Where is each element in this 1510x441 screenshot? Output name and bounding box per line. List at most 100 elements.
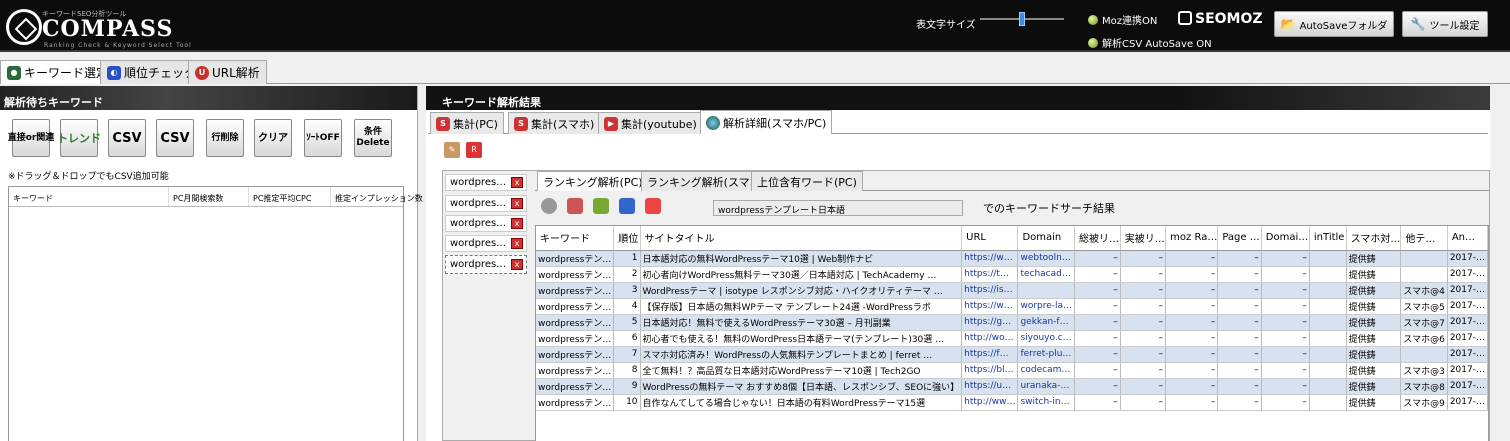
youtube-icon: ▶ — [604, 116, 618, 131]
table-row[interactable]: wordpressテン… 2 初心者向けWordPress無料テーマ30選／日本語対… — [536, 266, 1488, 283]
table-cell: 5 — [613, 314, 641, 331]
tab-summary-youtube[interactable]: ▶ 集計(youtube) — [598, 112, 703, 134]
table-cell — [1309, 250, 1347, 267]
table-row[interactable]: wordpressテン… 7 スマホ対応済み！WordPressの人気無料テンプレー… — [536, 346, 1488, 363]
table-row[interactable]: wordpressテン… 1 日本語対応の無料WordPressテーマ10選 | W… — [536, 250, 1488, 267]
erase-icon[interactable]: ✎ — [444, 142, 460, 158]
font-size-slider[interactable] — [980, 12, 1064, 26]
analysis-icon[interactable] — [593, 198, 609, 214]
tab-label: 解析詳細(スマホ/PC) — [723, 116, 827, 130]
table-cell: – — [1165, 378, 1219, 395]
keyword-tab[interactable]: wordpres… x — [445, 195, 527, 212]
table-row[interactable]: wordpressテン… 10 自作なんてしてる場合じゃない！日本語の有料WordP… — [536, 394, 1488, 411]
column-header[interactable]: キーワード — [9, 187, 169, 206]
keyword-tab[interactable]: wordpres… x — [445, 174, 527, 191]
clear-button[interactable]: クリア — [254, 119, 292, 157]
slider-thumb[interactable] — [1019, 12, 1025, 26]
sort-icon[interactable] — [619, 198, 635, 214]
table-cell: wordpressテン… — [536, 330, 615, 347]
column-header[interactable]: Domai… — [1261, 226, 1310, 251]
tab-ranking-pc[interactable]: ランキング解析(PC) — [537, 171, 649, 191]
tab-top-words-pc[interactable]: 上位含有ワード(PC) — [751, 171, 863, 191]
csv-export-button[interactable]: CSV — [156, 119, 194, 157]
seomoz-icon — [1178, 11, 1192, 25]
table-cell: 4 — [613, 298, 641, 315]
table-cell: – — [1261, 362, 1310, 379]
table-cell: – — [1217, 266, 1262, 283]
column-header[interactable]: 総被リ… — [1074, 226, 1121, 251]
seomoz-logo: SEOMOZ — [1178, 11, 1263, 27]
tab-summary-pc[interactable]: S 集計(PC) — [430, 112, 504, 134]
column-header[interactable]: Page … — [1217, 226, 1262, 251]
table-row[interactable]: wordpressテン… 8 全て無料！？高品質な日本語対応WordPressテーマ… — [536, 362, 1488, 379]
table-cell: – — [1120, 394, 1167, 411]
tool-settings-button[interactable]: 🔧 ツール設定 — [1402, 11, 1488, 37]
close-icon[interactable]: x — [511, 177, 523, 188]
search-query-field[interactable]: wordpressテンプレート日本語 — [713, 200, 963, 216]
table-row[interactable]: wordpressテン… 3 WordPressテーマ | isotype レスポン… — [536, 282, 1488, 299]
column-header[interactable]: 順位 — [613, 226, 641, 251]
tab-keyword-select[interactable]: ● キーワード選定 — [0, 60, 116, 84]
table-cell: 9 — [613, 378, 641, 395]
table-cell: – — [1261, 250, 1310, 267]
table-cell: – — [1217, 298, 1262, 315]
delete-row-button[interactable]: 行削除 — [206, 119, 244, 157]
drop-note: ※ドラッグ＆ドロップでもCSV追加可能 — [8, 172, 169, 182]
column-header[interactable]: inTitle — [1309, 226, 1347, 251]
column-header[interactable]: サイトタイトル — [640, 226, 963, 251]
column-header[interactable]: PC推定平均CPC — [249, 187, 331, 206]
table-cell: switch-in… — [1017, 394, 1076, 411]
analysis-icon[interactable] — [567, 198, 583, 214]
table-cell: – — [1074, 378, 1121, 395]
keyword-tab[interactable]: wordpres… x — [445, 215, 527, 232]
table-row[interactable]: wordpressテン… 6 初心者でも使える！無料のWordPress日本語テーマ… — [536, 330, 1488, 347]
column-header[interactable]: An… — [1447, 226, 1488, 251]
column-header[interactable]: キーワード — [536, 226, 615, 251]
table-cell: スマホ@8 — [1400, 378, 1448, 395]
tab-url-analysis[interactable]: U URL解析 — [188, 60, 267, 84]
font-size-label: 表文字サイズ — [916, 20, 976, 31]
table-cell: 提供鋳 — [1346, 394, 1402, 411]
table-row[interactable]: wordpressテン… 4 【保存版】日本語の無料WPテーマ テンプレート24選 … — [536, 298, 1488, 315]
pending-keyword-list[interactable]: キーワード PC月間検索数 PC推定平均CPC 推定インプレッション数 — [8, 186, 423, 441]
table-cell: 自作なんてしてる場合じゃない！日本語の有料WordPressテーマ15選 — [640, 394, 963, 411]
table-row[interactable]: wordpressテン… 9 WordPressの無料テーマ おすすめ8個【日本語、… — [536, 378, 1488, 395]
close-icon[interactable]: x — [511, 259, 523, 270]
tab-analysis-detail[interactable]: 解析詳細(スマホ/PC) — [700, 110, 833, 134]
autosave-folder-button[interactable]: 📂 AutoSaveフォルダ — [1274, 11, 1394, 37]
close-icon[interactable]: x — [511, 238, 523, 249]
tab-summary-mobile[interactable]: S 集計(スマホ) — [508, 112, 601, 134]
condition-delete-button[interactable]: 条件Delete — [354, 119, 392, 157]
column-header[interactable]: 推定インプレッション数 — [331, 187, 423, 206]
rll-icon[interactable]: R — [466, 142, 482, 158]
stop-icon[interactable] — [541, 198, 557, 214]
table-cell: 日本語対応！無料で使えるWordPressテーマ30選 – 月刊副業 — [640, 314, 963, 331]
close-icon[interactable]: x — [511, 218, 523, 229]
column-header[interactable]: PC月間検索数 — [169, 187, 249, 206]
column-header[interactable]: スマホ対… — [1346, 226, 1402, 251]
keyword-tab[interactable]: wordpres… x — [445, 235, 527, 252]
column-header[interactable]: 他テ… — [1400, 226, 1448, 251]
csv-import-button[interactable]: CSV — [108, 119, 146, 157]
table-cell: https://u… — [961, 378, 1019, 395]
table-row[interactable]: wordpressテン… 5 日本語対応！無料で使えるWordPressテーマ30選… — [536, 314, 1488, 331]
table-cell: スマホ対応済み！WordPressの人気無料テンプレートまとめ | ferret… — [640, 346, 963, 363]
csv-export-icon[interactable] — [645, 198, 661, 214]
table-cell: – — [1217, 282, 1262, 299]
column-header[interactable]: Domain — [1017, 226, 1076, 251]
table-cell: – — [1261, 394, 1310, 411]
status-on-icon — [1088, 15, 1098, 25]
table-cell: https://g… — [961, 314, 1019, 331]
table-cell: 2017-… — [1447, 298, 1488, 315]
keyword-tab-active[interactable]: wordpres… x — [445, 255, 527, 274]
column-header[interactable]: 実被リ… — [1120, 226, 1167, 251]
column-header[interactable]: moz Ra… — [1165, 226, 1219, 251]
table-cell: – — [1074, 314, 1121, 331]
table-cell: スマホ@9 — [1400, 394, 1448, 411]
url-icon: U — [195, 65, 209, 80]
related-button[interactable]: 直接or関連 — [8, 119, 54, 157]
close-icon[interactable]: x — [511, 198, 523, 209]
column-header[interactable]: URL — [961, 226, 1019, 251]
sort-off-button[interactable]: ｿｰﾄOFF — [304, 119, 342, 157]
trend-button[interactable]: トレンド — [57, 119, 101, 157]
